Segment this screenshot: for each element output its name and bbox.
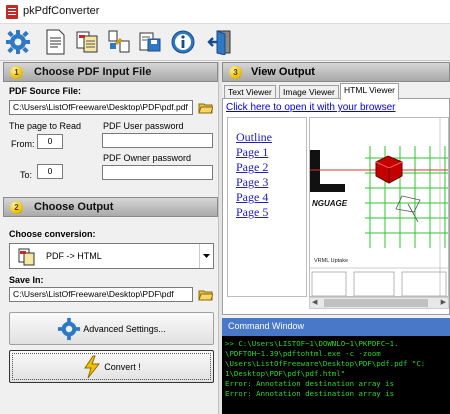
section-title: Choose PDF Input File [34,66,152,78]
section-title: View Output [251,66,315,78]
title-bar: pkPdfConverter [0,0,450,24]
scroll-right-icon[interactable]: ▶ [441,298,446,308]
command-line: Error: Annotation destination array is [225,389,395,398]
scroll-left-icon[interactable]: ◀ [312,298,317,308]
convert-button[interactable]: Convert ! [9,350,214,383]
output-section-header: 2 Choose Output [3,197,218,217]
page-4-link[interactable]: Page 4 [236,190,268,205]
owner-password-label: PDF Owner password [103,153,192,163]
scrollbar-thumb[interactable] [324,299,428,307]
pdf-convert-icon [18,248,36,268]
open-folder-icon[interactable] [197,100,213,115]
open-folder-icon[interactable] [197,287,213,302]
page-1-link[interactable]: Page 1 [236,145,268,160]
split-document-icon[interactable] [104,27,134,57]
page-preview: NGUAGE VRML Uptake [309,117,449,297]
tab-html-viewer[interactable]: HTML Viewer [340,83,400,100]
user-password-input[interactable] [102,133,213,148]
view-output-header: 3 View Output [222,62,450,82]
section-number-badge: 3 [229,66,242,79]
preview-brand-text: NGUAGE [312,199,348,208]
page-3-link[interactable]: Page 3 [236,175,268,190]
save-in-field[interactable]: C:\Users\ListOfFreeware\Desktop\PDF\pdf [9,287,193,302]
page-2-link[interactable]: Page 2 [236,160,268,175]
conversion-value: PDF -> HTML [46,251,102,261]
page-to-read-label: The page to Read [9,121,82,131]
conversion-label: Choose conversion: [9,229,96,239]
info-icon[interactable] [168,27,198,57]
document-icon[interactable] [40,27,70,57]
convert-label: Convert ! [104,361,141,372]
section-number-badge: 1 [10,66,23,79]
section-title: Choose Output [34,201,114,213]
user-password-label: PDF User password [103,121,184,131]
settings-gear-icon[interactable] [3,27,33,57]
chevron-down-icon[interactable] [199,244,213,268]
command-line: Error: Annotation destination array is [225,379,395,388]
command-line: >> C:\Users\LISTOF~1\DOWNLO~1\PKPDFC~1. [225,339,399,348]
horizontal-scrollbar[interactable]: ◀ ▶ [309,297,449,309]
advanced-settings-label: Advanced Settings... [83,323,166,334]
section-number-badge: 2 [10,201,23,214]
advanced-settings-button[interactable]: Advanced Settings... [9,312,214,345]
command-window-header: Command Window [222,318,450,336]
to-label: To: [20,170,33,180]
tab-text-viewer[interactable]: Text Viewer [224,85,276,99]
page-5-link[interactable]: Page 5 [236,205,268,220]
save-document-icon[interactable] [135,27,165,57]
exit-door-icon[interactable] [205,27,235,57]
open-in-browser-link[interactable]: Click here to open it with your browser [226,102,396,113]
input-section-header: 1 Choose PDF Input File [3,62,218,82]
preview-caption-text: VRML Uptake [314,258,348,264]
save-in-label: Save In: [9,275,44,285]
preview-graphic: NGUAGE VRML Uptake [310,118,448,296]
command-output[interactable]: >> C:\Users\LISTOF~1\DOWNLO~1\PKPDFC~1. … [222,336,450,414]
source-file-label: PDF Source File: [9,86,82,96]
to-page-input[interactable]: 0 [37,164,63,179]
app-icon [6,5,18,19]
toolbar [0,24,450,61]
command-line: \Users\ListOfFreeware\Desktop\PDF\pdf.pd… [225,359,426,368]
html-viewer-pane: Click here to open it with your browser … [222,98,450,315]
conversion-select[interactable]: PDF -> HTML [9,243,214,269]
from-page-input[interactable]: 0 [37,134,63,149]
pdf-to-text-icon[interactable] [73,27,103,57]
outline-link[interactable]: Outline [236,130,272,145]
tab-image-viewer[interactable]: Image Viewer [279,85,339,99]
command-line: \PDFTOH~1.39\pdftohtml.exe -c -zoom [225,349,381,358]
lightning-icon [82,355,102,379]
window-title: pkPdfConverter [23,5,100,17]
gear-icon [57,317,81,341]
command-line: 1\Desktop\PDF\pdf\pdf.html" [225,369,346,378]
outline-frame: Outline Page 1 Page 2 Page 3 Page 4 Page… [227,117,307,297]
source-file-field[interactable]: C:\Users\ListOfFreeware\Desktop\PDF\pdf.… [9,100,193,115]
owner-password-input[interactable] [102,165,213,180]
from-label: From: [11,139,35,149]
